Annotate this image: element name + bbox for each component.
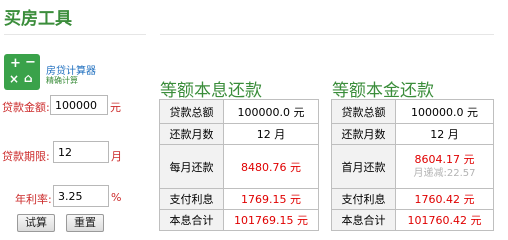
row-value: 8604.17 元 月递减:22.57	[395, 144, 494, 189]
plus-glyph: +	[10, 56, 21, 71]
annual-rate-unit: %	[111, 191, 122, 204]
table-row: 首月还款 8604.17 元 月递减:22.57	[331, 144, 494, 189]
row-value: 101760.42 元	[395, 209, 494, 231]
row-value: 12 月	[223, 123, 319, 145]
times-glyph: ×	[9, 72, 20, 86]
row-label: 每月还款	[159, 144, 224, 189]
equal-principal-title: 等额本金还款	[332, 81, 434, 101]
row-value: 1769.15 元	[223, 188, 319, 210]
table-row: 支付利息 1769.15 元	[159, 188, 319, 210]
calculator-icon: + − × ⌂	[4, 54, 40, 90]
annual-rate-label: 年利率:	[15, 193, 52, 206]
row-value: 101769.15 元	[223, 209, 319, 231]
title-divider	[160, 34, 494, 35]
table-row: 支付利息 1760.42 元	[331, 188, 494, 210]
row-value: 1760.42 元	[395, 188, 494, 210]
row-label: 本息合计	[331, 209, 396, 231]
loan-amount-input[interactable]	[50, 95, 108, 115]
table-row: 贷款总额 100000.0 元	[159, 99, 319, 124]
loan-term-unit: 月	[111, 150, 122, 163]
calculate-button[interactable]: 试算	[17, 214, 55, 232]
row-label: 还款月数	[159, 123, 224, 145]
house-glyph: ⌂	[24, 71, 33, 85]
row-value: 100000.0 元	[223, 99, 319, 124]
table-row: 本息合计 101769.15 元	[159, 209, 319, 231]
title-divider	[4, 34, 146, 35]
equal-payment-table: 贷款总额 100000.0 元 还款月数 12 月 每月还款 8480.76 元…	[159, 99, 319, 231]
annual-rate-input[interactable]	[53, 185, 109, 207]
row-label: 本息合计	[159, 209, 224, 231]
loan-term-input[interactable]	[53, 141, 109, 163]
row-label: 贷款总额	[159, 99, 224, 124]
row-value: 100000.0 元	[395, 99, 494, 124]
table-row: 贷款总额 100000.0 元	[331, 99, 494, 124]
equal-principal-table: 贷款总额 100000.0 元 还款月数 12 月 首月还款 8604.17 元…	[331, 99, 494, 231]
table-row: 还款月数 12 月	[331, 123, 494, 145]
reset-button[interactable]: 重置	[66, 214, 104, 232]
loan-term-label: 贷款期限:	[2, 150, 50, 163]
monthly-decrease-note: 月递减:22.57	[413, 167, 476, 179]
row-label: 还款月数	[331, 123, 396, 145]
equal-payment-title: 等额本息还款	[160, 81, 262, 101]
table-row: 还款月数 12 月	[159, 123, 319, 145]
first-month-value: 8604.17 元	[414, 152, 475, 166]
row-value: 8480.76 元	[223, 144, 319, 189]
table-row: 本息合计 101760.42 元	[331, 209, 494, 231]
row-label: 贷款总额	[331, 99, 396, 124]
mortgage-tool-page: 买房工具 + − × ⌂ 房贷计算器 精确计算 贷款金额: 元 贷款期限: 月 …	[0, 0, 508, 240]
table-row: 每月还款 8480.76 元	[159, 144, 319, 189]
row-label: 支付利息	[159, 188, 224, 210]
minus-glyph: −	[25, 55, 36, 70]
row-value: 12 月	[395, 123, 494, 145]
loan-amount-unit: 元	[110, 101, 121, 114]
page-title: 买房工具	[4, 9, 72, 29]
row-label: 首月还款	[331, 144, 396, 189]
calculator-subtitle: 精确计算	[46, 76, 78, 85]
row-label: 支付利息	[331, 188, 396, 210]
loan-amount-label: 贷款金额:	[2, 101, 50, 114]
